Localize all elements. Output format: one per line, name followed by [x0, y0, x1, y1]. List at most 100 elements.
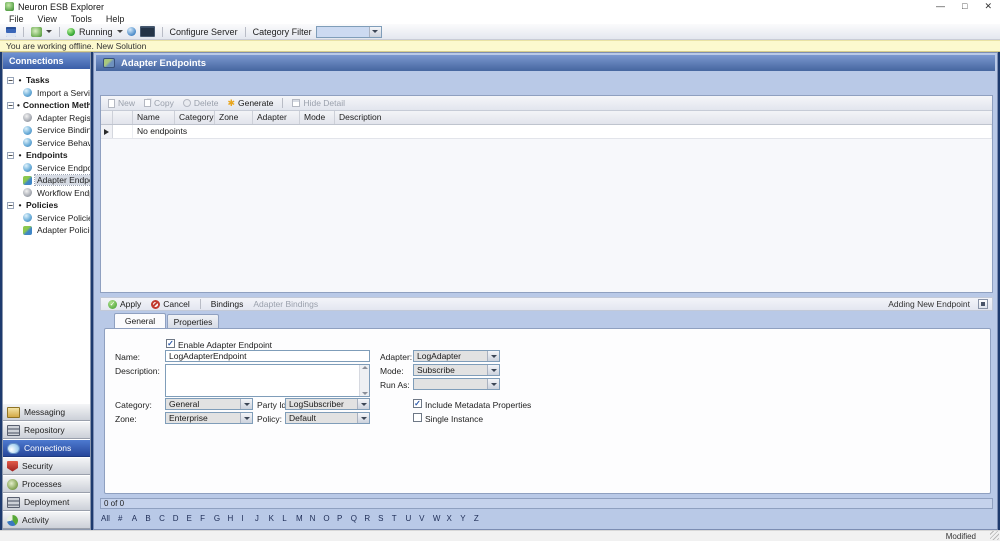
alpha-filter-l[interactable]: L: [279, 514, 293, 523]
column-header-category[interactable]: Category: [175, 111, 215, 124]
menu-tools[interactable]: Tools: [64, 14, 99, 24]
alpha-filter-g[interactable]: G: [211, 514, 225, 523]
dropdown-arrow-icon[interactable]: [368, 26, 381, 37]
grid-empty-row[interactable]: No endpoints: [101, 125, 992, 139]
alpha-filter-r[interactable]: R: [361, 514, 375, 523]
tree-item-service-policies[interactable]: Service Policies: [3, 212, 90, 225]
dropdown-arrow-icon[interactable]: [487, 351, 499, 361]
alpha-filter-k[interactable]: K: [266, 514, 280, 523]
tree-item-adapter-policies[interactable]: Adapter Policies: [3, 224, 90, 237]
alpha-filter-u[interactable]: U: [402, 514, 416, 523]
alpha-filter-j[interactable]: J: [252, 514, 266, 523]
tree-group-endpoints[interactable]: − • Endpoints: [3, 149, 90, 162]
mode-select[interactable]: Subscribe: [413, 364, 500, 376]
collapse-panel-button[interactable]: [978, 299, 988, 309]
alpha-filter-t[interactable]: T: [389, 514, 403, 523]
dropdown-arrow-icon[interactable]: [240, 413, 252, 423]
alpha-filter-v[interactable]: V: [416, 514, 430, 523]
minimize-icon[interactable]: —: [936, 0, 945, 13]
close-icon[interactable]: ✕: [984, 0, 992, 13]
resize-grip[interactable]: [990, 531, 999, 540]
tree-item-adapter-registration[interactable]: Adapter Registration: [3, 112, 90, 125]
alpha-filter-o[interactable]: O: [320, 514, 334, 523]
alpha-filter-i[interactable]: I: [238, 514, 252, 523]
column-header-adapter[interactable]: Adapter: [253, 111, 300, 124]
adapter-select[interactable]: LogAdapter: [413, 350, 500, 362]
nav-repository[interactable]: Repository: [3, 421, 90, 439]
tree-item-adapter-endpoints[interactable]: Adapter Endpoints: [3, 174, 90, 187]
tab-general[interactable]: General: [114, 313, 166, 328]
dropdown-arrow-icon[interactable]: [357, 399, 369, 409]
generate-button[interactable]: ✱ Generate: [224, 98, 276, 108]
menu-view[interactable]: View: [31, 14, 64, 24]
textarea-scrollbar[interactable]: [359, 365, 369, 396]
console-icon[interactable]: [139, 26, 155, 37]
nav-connections[interactable]: Connections: [3, 439, 90, 457]
alpha-filter-e[interactable]: E: [183, 514, 197, 523]
bindings-button[interactable]: Bindings: [208, 299, 247, 309]
dropdown-arrow-icon[interactable]: [487, 379, 499, 389]
nav-deployment[interactable]: Deployment: [3, 493, 90, 511]
column-header-name[interactable]: Name: [133, 111, 175, 124]
party-id-select[interactable]: LogSubscriber: [285, 398, 370, 410]
nav-messaging[interactable]: Messaging: [3, 403, 90, 421]
description-textarea[interactable]: [165, 364, 370, 397]
alpha-filter-w[interactable]: W: [430, 514, 444, 523]
alpha-filter-h[interactable]: H: [225, 514, 239, 523]
tree-item-service-behaviors[interactable]: Service Behaviors: [3, 137, 90, 150]
alpha-filter-hash[interactable]: #: [115, 514, 129, 523]
configure-server-button[interactable]: Configure Server: [170, 27, 238, 37]
row-selector-cell[interactable]: [101, 125, 113, 138]
scroll-up-icon[interactable]: [361, 366, 368, 369]
alpha-filter-s[interactable]: S: [375, 514, 389, 523]
scroll-down-icon[interactable]: [361, 392, 368, 395]
alpha-filter-b[interactable]: B: [142, 514, 156, 523]
name-input[interactable]: LogAdapterEndpoint: [165, 350, 370, 362]
collapse-icon[interactable]: −: [7, 151, 14, 159]
alpha-filter-y[interactable]: Y: [457, 514, 471, 523]
menu-file[interactable]: File: [2, 14, 31, 24]
alpha-filter-x[interactable]: X: [444, 514, 458, 523]
running-label[interactable]: Running: [79, 27, 113, 37]
alpha-filter-a[interactable]: A: [129, 514, 143, 523]
maximize-icon[interactable]: □: [962, 0, 967, 13]
refresh-icon[interactable]: [126, 27, 136, 36]
nav-processes[interactable]: Processes: [3, 475, 90, 493]
menu-help[interactable]: Help: [99, 14, 132, 24]
column-header-description[interactable]: Description: [335, 111, 992, 124]
collapse-icon[interactable]: −: [7, 201, 14, 209]
enable-endpoint-checkbox[interactable]: ✓: [166, 339, 175, 348]
zone-select[interactable]: Enterprise: [165, 412, 253, 424]
run-as-select[interactable]: [413, 378, 500, 390]
alpha-filter-c[interactable]: C: [156, 514, 170, 523]
dropdown-arrow-icon[interactable]: [240, 399, 252, 409]
tree-item-import-a-service[interactable]: Import a Service: [3, 87, 90, 100]
tree-item-workflow-endpoints[interactable]: Workflow Endpoints: [3, 187, 90, 200]
tree-group-policies[interactable]: − • Policies: [3, 199, 90, 212]
tree-item-service-bindings[interactable]: Service Bindings: [3, 124, 90, 137]
tab-properties[interactable]: Properties: [167, 314, 219, 328]
alpha-filter-d[interactable]: D: [170, 514, 184, 523]
policy-select[interactable]: Default: [285, 412, 370, 424]
save-icon[interactable]: [6, 26, 16, 37]
solution-icon[interactable]: [31, 26, 42, 37]
category-filter-select[interactable]: [315, 25, 382, 38]
tree-item-service-endpoints[interactable]: Service Endpoints: [3, 162, 90, 175]
single-instance-checkbox[interactable]: [413, 413, 422, 422]
tree-group-tasks[interactable]: − • Tasks: [3, 74, 90, 87]
tree-group-connection-methods[interactable]: − • Connection Methods: [3, 99, 90, 112]
collapse-icon[interactable]: −: [7, 101, 14, 109]
dropdown-arrow-icon[interactable]: [357, 413, 369, 423]
alpha-filter-q[interactable]: Q: [348, 514, 362, 523]
column-header-zone[interactable]: Zone: [215, 111, 253, 124]
alpha-filter-p[interactable]: P: [334, 514, 348, 523]
chevron-down-icon[interactable]: [46, 30, 52, 33]
apply-button[interactable]: ✓ Apply: [105, 299, 144, 309]
cancel-button[interactable]: Cancel: [148, 299, 192, 309]
include-metadata-checkbox[interactable]: ✓: [413, 399, 422, 408]
alpha-filter-z[interactable]: Z: [471, 514, 485, 523]
column-header-mode[interactable]: Mode: [300, 111, 335, 124]
nav-activity[interactable]: Activity: [3, 511, 90, 529]
alpha-filter-f[interactable]: F: [197, 514, 211, 523]
nav-security[interactable]: Security: [3, 457, 90, 475]
